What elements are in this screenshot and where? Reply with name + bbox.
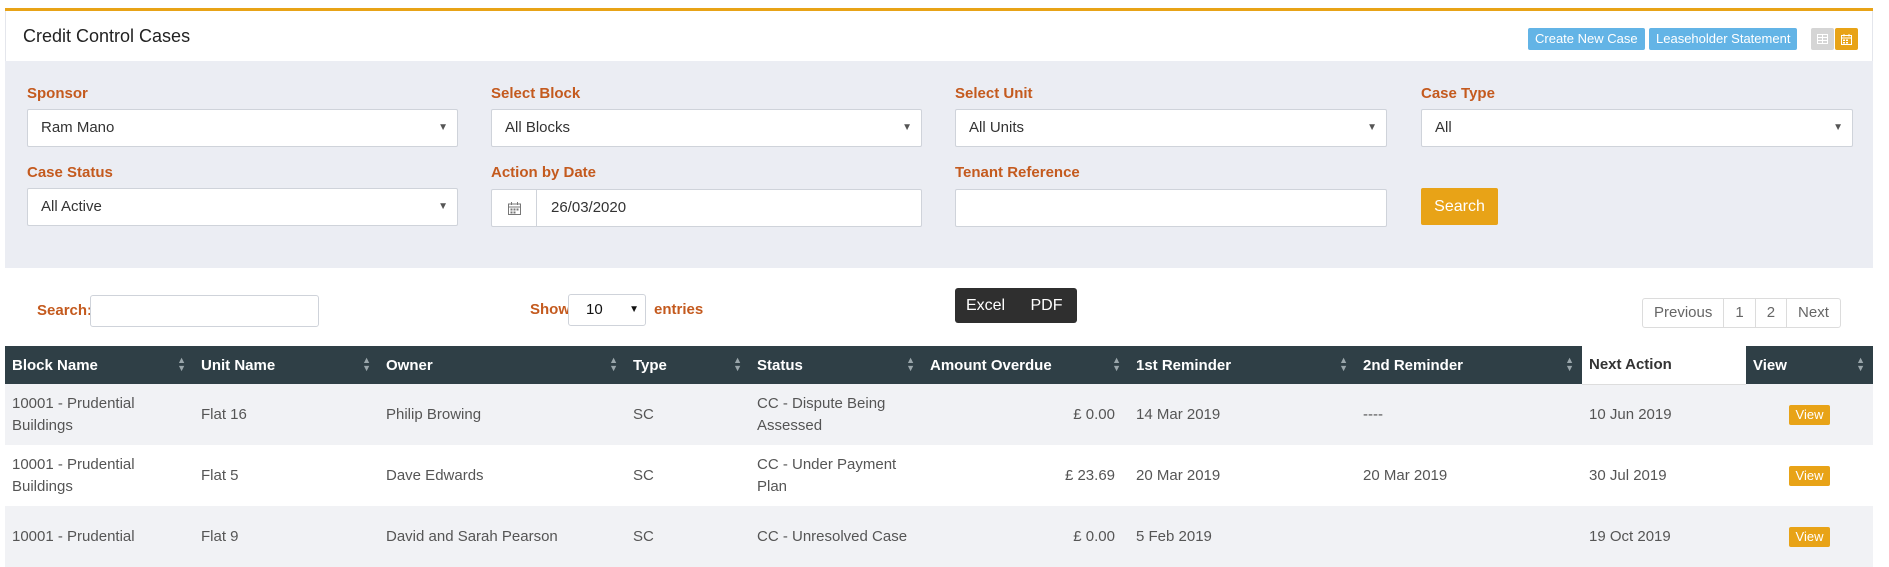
sort-icon: ▲ ▼	[177, 355, 186, 373]
sort-icon: ▲ ▼	[733, 355, 742, 373]
calendar-icon	[507, 201, 521, 215]
cell-status: CC - Dispute Being Assessed	[750, 384, 923, 445]
table-icon	[1817, 34, 1828, 44]
cell-status: CC - Under Payment Plan	[750, 445, 923, 506]
case-status-value: All Active	[41, 198, 102, 215]
cell-second-reminder: ----	[1356, 384, 1582, 445]
cell-second-reminder: 20 Mar 2019	[1356, 445, 1582, 506]
sort-icon: ▲ ▼	[1339, 355, 1348, 373]
chevron-down-icon: ▼	[438, 122, 448, 133]
sponsor-label: Sponsor	[27, 85, 88, 102]
cell-owner: Dave Edwards	[379, 445, 626, 506]
search-button[interactable]: Search	[1421, 188, 1498, 225]
table-row: 10001 - Prudential Buildings Flat 5 Dave…	[5, 445, 1873, 506]
sort-icon: ▲ ▼	[1112, 355, 1121, 373]
case-type-select[interactable]: All ▼	[1421, 109, 1853, 147]
column-header[interactable]: Status ▲ ▼	[750, 346, 923, 384]
case-type-label: Case Type	[1421, 85, 1495, 102]
sort-icon: ▲ ▼	[906, 355, 915, 373]
export-buttons: Excel PDF	[955, 288, 1077, 323]
date-addon[interactable]	[492, 190, 537, 226]
entries-label: entries	[654, 301, 704, 318]
calendar-icon	[1841, 33, 1852, 45]
show-label: Show	[530, 301, 570, 318]
column-header[interactable]: Block Name ▲ ▼	[5, 346, 194, 384]
block-value: All Blocks	[505, 119, 571, 136]
entries-select[interactable]: 10 ▼	[568, 294, 646, 326]
column-header[interactable]: Type ▲ ▼	[626, 346, 750, 384]
cell-unit: Flat 16	[194, 384, 379, 445]
case-type-value: All	[1435, 119, 1452, 136]
sponsor-select[interactable]: Ram Mano ▼	[27, 109, 458, 147]
view-button[interactable]: View	[1788, 404, 1831, 425]
cell-amount: £ 0.00	[923, 384, 1129, 445]
action-date-label: Action by Date	[491, 164, 597, 181]
column-header[interactable]: Unit Name ▲ ▼	[194, 346, 379, 384]
leaseholder-statement-button[interactable]: Leaseholder Statement	[1649, 28, 1798, 50]
view-button[interactable]: View	[1788, 465, 1831, 486]
next-page-button[interactable]: Next	[1786, 299, 1840, 327]
unit-select[interactable]: All Units ▼	[955, 109, 1387, 147]
cases-table: Block Name ▲ ▼ Unit Name ▲ ▼ Owner ▲ ▼ Type ▲ ▼ …	[5, 346, 1873, 567]
unit-label: Select Unit	[955, 85, 1033, 102]
calendar-view-button[interactable]	[1835, 28, 1858, 50]
cell-first-reminder: 14 Mar 2019	[1129, 384, 1356, 445]
excel-button[interactable]: Excel	[955, 288, 1016, 323]
sort-icon: ▲ ▼	[1856, 355, 1865, 373]
cell-amount: £ 23.69	[923, 445, 1129, 506]
case-status-select[interactable]: All Active ▼	[27, 188, 458, 226]
block-select[interactable]: All Blocks ▼	[491, 109, 922, 147]
tenant-reference-label: Tenant Reference	[955, 164, 1080, 181]
tenant-reference-input[interactable]	[955, 189, 1387, 227]
column-header[interactable]: 1st Reminder ▲ ▼	[1129, 346, 1356, 384]
column-header: Next Action	[1582, 346, 1746, 385]
sponsor-value: Ram Mano	[41, 119, 115, 136]
case-status-label: Case Status	[27, 164, 113, 181]
action-date-value: 26/03/2020	[551, 199, 627, 216]
cell-type: SC	[626, 384, 750, 445]
table-controls: Search: Show 10 ▼ entries Excel PDF Prev…	[5, 268, 1873, 346]
chevron-down-icon: ▼	[629, 304, 639, 315]
cell-view: View	[1746, 384, 1873, 445]
cell-unit: Flat 5	[194, 445, 379, 506]
page-1-button[interactable]: 1	[1723, 299, 1754, 327]
sort-icon: ▲ ▼	[362, 355, 371, 373]
action-date-field[interactable]: 26/03/2020	[491, 189, 922, 227]
table-view-button[interactable]	[1811, 28, 1834, 50]
column-header[interactable]: 2nd Reminder ▲ ▼	[1356, 346, 1582, 384]
cell-view: View	[1746, 445, 1873, 506]
column-header[interactable]: Amount Overdue ▲ ▼	[923, 346, 1129, 384]
sort-icon: ▲ ▼	[609, 355, 618, 373]
chevron-down-icon: ▼	[1367, 122, 1377, 133]
chevron-down-icon: ▼	[438, 201, 448, 212]
cell-first-reminder: 20 Mar 2019	[1129, 445, 1356, 506]
chevron-down-icon: ▼	[902, 122, 912, 133]
page-header: Credit Control Cases Create New Case Lea…	[5, 11, 1873, 61]
cell-owner: Philip Browing	[379, 384, 626, 445]
column-header[interactable]: Owner ▲ ▼	[379, 346, 626, 384]
pagination: Previous 1 2 Next	[1642, 298, 1841, 328]
entries-value: 10	[586, 301, 603, 318]
table-search-label: Search:	[37, 302, 93, 319]
page-title: Credit Control Cases	[23, 26, 191, 46]
cell-block: 10001 - Prudential Buildings	[5, 445, 194, 506]
pdf-button[interactable]: PDF	[1016, 288, 1077, 323]
cell-type: SC	[626, 445, 750, 506]
cell-block: 10001 - Prudential Buildings	[5, 384, 194, 445]
column-header[interactable]: View ▲ ▼	[1746, 346, 1873, 384]
table-header-row: Block Name ▲ ▼ Unit Name ▲ ▼ Owner ▲ ▼ Type ▲ ▼ …	[5, 346, 1873, 385]
previous-page-button[interactable]: Previous	[1643, 299, 1723, 327]
page-2-button[interactable]: 2	[1754, 299, 1786, 327]
chevron-down-icon: ▼	[1833, 122, 1843, 133]
create-new-case-button[interactable]: Create New Case	[1528, 28, 1645, 50]
table-row: 10001 - Prudential Buildings Flat 16 Phi…	[5, 384, 1873, 445]
unit-value: All Units	[969, 119, 1025, 136]
cell-next-action: 10 Jun 2019	[1582, 384, 1746, 445]
block-label: Select Block	[491, 85, 581, 102]
table-search-input[interactable]	[90, 295, 319, 327]
cell-next-action: 30 Jul 2019	[1582, 445, 1746, 506]
filter-panel: Sponsor Ram Mano ▼ Select Block All Bloc…	[5, 61, 1873, 268]
app: Credit Control Cases Create New Case Lea…	[5, 0, 1873, 567]
sort-icon: ▲ ▼	[1565, 355, 1574, 373]
